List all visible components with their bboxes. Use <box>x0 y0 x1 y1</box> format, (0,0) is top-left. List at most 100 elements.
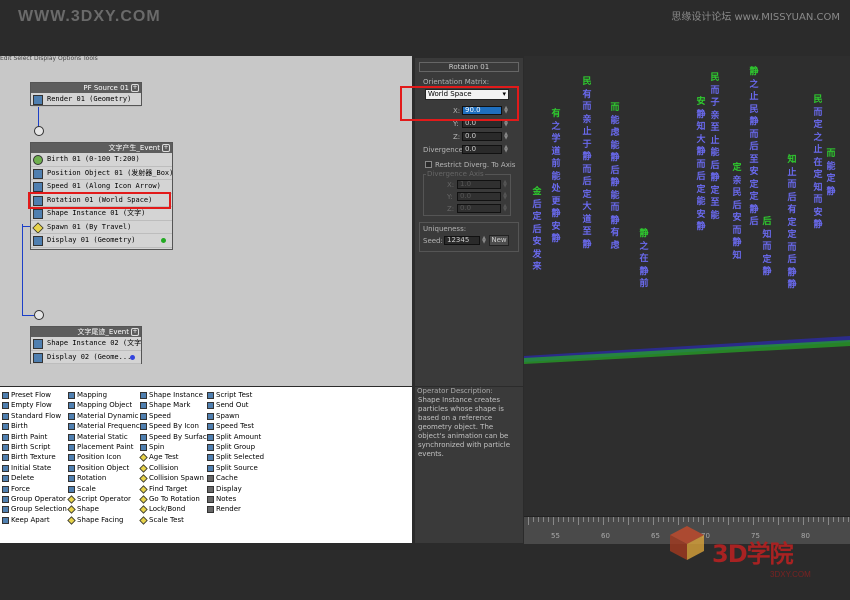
depot-item[interactable]: Standard Flow <box>2 411 61 421</box>
node-toggle-icon[interactable]: + <box>131 84 139 92</box>
depot-item[interactable]: Initial State <box>2 463 51 473</box>
depot-item[interactable]: Send Out <box>207 400 249 410</box>
axis-z-input[interactable]: 0.0 <box>457 204 501 213</box>
input-pin[interactable] <box>34 310 44 320</box>
depot-item[interactable]: Spin <box>140 442 164 452</box>
depot-item[interactable]: Shape Instance <box>140 390 203 400</box>
rollout-title[interactable]: Rotation 01 <box>419 62 519 72</box>
divergence-input[interactable]: 0.0 <box>462 145 502 154</box>
output-pin[interactable] <box>34 126 44 136</box>
depot-item[interactable]: Position Object <box>68 463 129 473</box>
axis-y-input[interactable]: 0.0 <box>457 192 501 201</box>
event-node-text-trail[interactable]: 文字尾迹_Event + Shape Instance 02 (文字) Displ… <box>30 326 142 364</box>
depot-item[interactable]: Collision <box>139 463 178 473</box>
depot-item[interactable]: Speed By Surface <box>140 432 211 442</box>
particle-view-menubar[interactable]: Edit Select Display Options Tools <box>0 56 412 62</box>
depot-item[interactable]: Script Test <box>207 390 252 400</box>
axis-z-spinner-arrows[interactable]: ▲ ▼ <box>502 204 508 213</box>
depot-item[interactable]: Birth Texture <box>2 452 56 462</box>
depot-item[interactable]: Age Test <box>139 452 179 463</box>
new-seed-button[interactable]: New <box>489 235 509 246</box>
depot-item[interactable]: Rotation <box>68 473 106 483</box>
depot-item[interactable]: Collision Spawn <box>139 473 204 483</box>
depot-item[interactable]: Lock/Bond <box>139 504 185 515</box>
seed-input[interactable]: 12345 <box>444 236 480 245</box>
operator-row[interactable]: Display 02 (Geome... <box>31 351 141 364</box>
operator-row[interactable]: Render 01 (Geometry) <box>31 93 141 107</box>
depot-item[interactable]: Preset Flow <box>2 390 51 400</box>
operator-row[interactable]: Position Object 01 (发射器_Box) <box>31 167 172 180</box>
watermark-right: 思缘设计论坛 www.MISSYUAN.COM <box>671 12 840 23</box>
divergence-spinner-arrows[interactable]: ▲ ▼ <box>503 145 509 154</box>
z-spinner-arrows[interactable]: ▲ ▼ <box>503 132 509 141</box>
depot-item[interactable]: Shape <box>67 504 99 515</box>
z-rotation-input[interactable]: 0.0 <box>462 132 502 141</box>
depot-item[interactable]: Group Operator <box>2 494 66 504</box>
perspective-viewport[interactable]: 金后定后安发来有之学道前能处更静安静民有而亲止于静而后定大道至静而能虑能静后静能… <box>524 56 850 516</box>
depot-item[interactable]: Position Icon <box>68 452 121 462</box>
depot-item[interactable]: Delete <box>2 473 34 483</box>
depot-item[interactable]: Split Selected <box>207 452 264 462</box>
node-toggle-icon[interactable]: + <box>131 328 139 336</box>
depot-item[interactable]: Scale Test <box>139 515 184 525</box>
depot-item[interactable]: Material Frequency <box>68 421 144 431</box>
depot-item[interactable]: Material Static <box>68 432 128 442</box>
text-particle-glyph: 知 <box>732 250 742 261</box>
depot-item[interactable]: Split Group <box>207 442 255 452</box>
depot-item[interactable]: Placement Paint <box>68 442 133 452</box>
operator-depot: Preset Flow Empty Flow Standard Flow Birth B… <box>0 387 412 543</box>
axis-y-spinner-arrows[interactable]: ▲ ▼ <box>502 192 508 201</box>
depot-item[interactable]: Speed Test <box>207 421 254 431</box>
depot-item[interactable]: Birth Paint <box>2 432 47 442</box>
event-title[interactable]: 文字产生_Event + <box>31 143 172 153</box>
depot-item[interactable]: Render <box>207 504 241 514</box>
depot-item[interactable]: Empty Flow <box>2 400 52 410</box>
depot-item[interactable]: Cache <box>207 473 238 483</box>
depot-item[interactable]: Mapping <box>68 390 107 400</box>
axis-x-input[interactable]: 1.0 <box>457 180 501 189</box>
pf-source-title[interactable]: PF Source 01 + <box>31 83 141 93</box>
depot-item[interactable]: Script Operator <box>67 494 131 504</box>
depot-item[interactable]: Material Dynamic <box>68 411 139 421</box>
timeline-tick <box>633 517 634 522</box>
operator-row[interactable]: Shape Instance 02 (文字) <box>31 337 141 351</box>
depot-item[interactable]: Birth Script <box>2 442 50 452</box>
depot-item[interactable]: Speed By Icon <box>140 421 199 431</box>
particle-view-graph[interactable]: Edit Select Display Options Tools PF Sou… <box>0 56 412 386</box>
operator-row[interactable]: Shape Instance 01 (文字) <box>31 207 172 221</box>
operator-icon <box>2 516 9 524</box>
depot-item[interactable]: Shape Mark <box>140 400 190 410</box>
depot-item[interactable]: Force <box>2 484 30 494</box>
restrict-divergence-checkbox[interactable] <box>425 161 432 168</box>
depot-item[interactable]: Birth <box>2 421 28 431</box>
depot-item[interactable]: Mapping Object <box>68 400 132 410</box>
depot-item[interactable]: Find Target <box>139 484 187 494</box>
pf-source-node[interactable]: PF Source 01 + Render 01 (Geometry) <box>30 82 142 107</box>
watermark-left: WWW.3DXY.COM <box>18 8 161 25</box>
depot-item[interactable]: Group Selection <box>2 504 67 514</box>
depot-item[interactable]: Split Amount <box>207 432 261 442</box>
depot-item[interactable]: Scale <box>68 484 96 494</box>
operator-label: Render 01 (Geometry) <box>47 95 132 103</box>
event-title[interactable]: 文字尾迹_Event + <box>31 327 141 337</box>
timeline-tick <box>628 517 629 525</box>
speed-icon <box>33 182 43 192</box>
seed-spinner-arrows[interactable]: ▲ ▼ <box>481 236 487 245</box>
node-toggle-icon[interactable]: + <box>162 144 170 152</box>
axis-x-spinner-arrows[interactable]: ▲ ▼ <box>502 180 508 189</box>
depot-item[interactable]: Keep Apart <box>2 515 50 525</box>
depot-item[interactable]: Split Source <box>207 463 258 473</box>
depot-item[interactable]: Go To Rotation <box>139 494 200 504</box>
depot-item-label: Mapping Object <box>77 401 133 410</box>
operator-icon <box>68 464 75 472</box>
timeline-tick <box>683 517 684 522</box>
operator-row[interactable]: Spawn 01 (By Travel) <box>31 221 172 234</box>
text-particle-glyph: 静 <box>696 222 706 232</box>
depot-item[interactable]: Spawn <box>207 411 239 421</box>
depot-item[interactable]: Notes <box>207 494 236 504</box>
depot-item[interactable]: Shape Facing <box>67 515 124 525</box>
operator-row[interactable]: Display 01 (Geometry) <box>31 234 172 248</box>
operator-row[interactable]: Birth 01 (0-100 T:200) <box>31 153 172 167</box>
depot-item[interactable]: Speed <box>140 411 171 421</box>
depot-item[interactable]: Display <box>207 484 242 494</box>
